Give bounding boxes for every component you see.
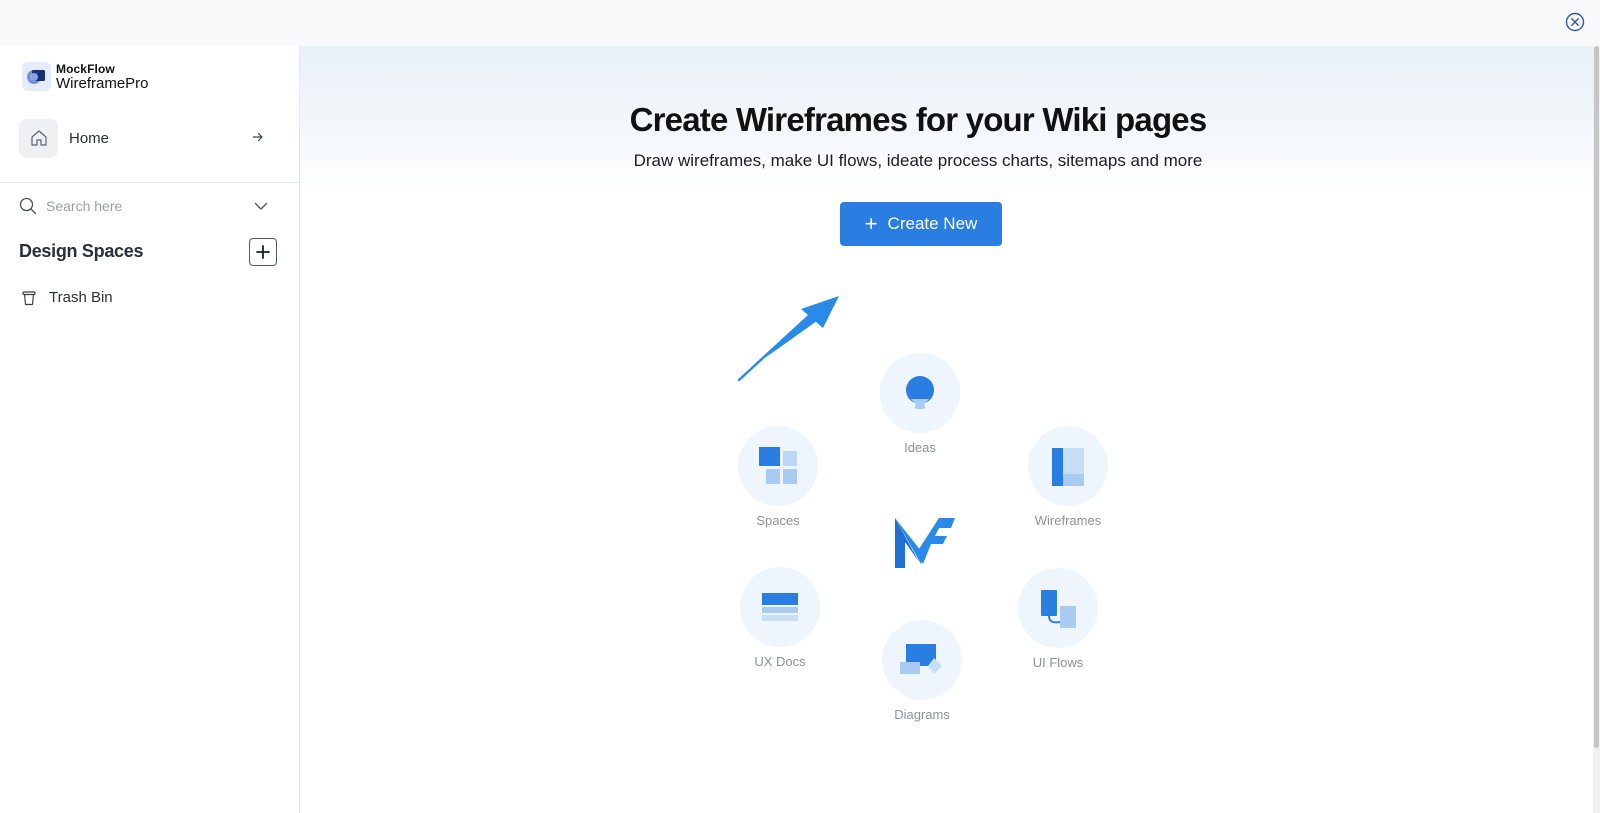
plus-icon <box>256 245 270 259</box>
home-icon <box>30 130 47 146</box>
feature-wireframes-label: Wireframes <box>1034 513 1102 528</box>
sidebar-item-home[interactable]: Home <box>19 118 277 158</box>
feature-ui-flows <box>1018 568 1098 648</box>
sidebar: MockFlow WireframePro Home Design Spaces <box>0 46 300 813</box>
scrollbar-thumb[interactable] <box>1594 46 1599 748</box>
feature-ui-flows-label: UI Flows <box>1032 655 1084 670</box>
logo-brand-text: MockFlow <box>56 61 115 76</box>
diagrams-icon <box>900 644 942 674</box>
feature-diagrams-label: Diagrams <box>894 707 950 722</box>
wireframe-layout-icon <box>1052 448 1084 486</box>
add-design-space-button[interactable] <box>249 238 277 266</box>
mockflow-logo-icon <box>22 62 51 91</box>
search-bar <box>19 194 277 218</box>
chevron-down-icon[interactable] <box>253 198 269 214</box>
trash-icon <box>22 290 36 305</box>
create-new-button-label: Create New <box>887 214 978 233</box>
close-icon[interactable] <box>1565 12 1585 32</box>
feature-ux-docs-label: UX Docs <box>754 654 806 669</box>
arrow-right-icon <box>252 132 263 142</box>
sidebar-divider <box>0 182 299 183</box>
create-new-button[interactable]: + Create New <box>840 202 1002 246</box>
top-bar <box>0 0 1600 46</box>
ui-flows-icon <box>1041 590 1076 628</box>
feature-diagrams <box>882 620 962 700</box>
logo-product-text: WireframePro <box>56 74 149 92</box>
sidebar-item-trash-bin[interactable]: Trash Bin <box>21 289 113 306</box>
pointer-arrow-icon <box>737 296 839 382</box>
feature-ideas <box>880 353 960 433</box>
search-icon <box>19 197 37 215</box>
design-spaces-title: Design Spaces <box>19 241 144 261</box>
app-logo[interactable]: MockFlow WireframePro <box>22 62 149 91</box>
search-input[interactable] <box>44 197 238 215</box>
page-subtitle: Draw wireframes, make UI flows, ideate p… <box>633 151 1203 170</box>
plus-icon: + <box>864 211 878 236</box>
lightbulb-icon <box>906 376 934 409</box>
sidebar-item-home-label: Home <box>69 129 110 147</box>
sidebar-item-trash-bin-label: Trash Bin <box>49 289 113 306</box>
ux-docs-icon <box>762 593 798 621</box>
mockflow-center-logo-icon <box>895 518 955 568</box>
feature-spaces-label: Spaces <box>756 513 800 528</box>
feature-ideas-label: Ideas <box>904 440 936 455</box>
page-title: Create Wireframes for your Wiki pages <box>629 101 1208 138</box>
home-icon-box <box>19 118 58 158</box>
main-content: Create Wireframes for your Wiki pages Dr… <box>300 46 1593 813</box>
spaces-grid-icon <box>759 447 797 484</box>
feature-ux-docs <box>740 567 820 647</box>
feature-spaces <box>738 426 818 506</box>
feature-wireframes <box>1028 426 1108 506</box>
